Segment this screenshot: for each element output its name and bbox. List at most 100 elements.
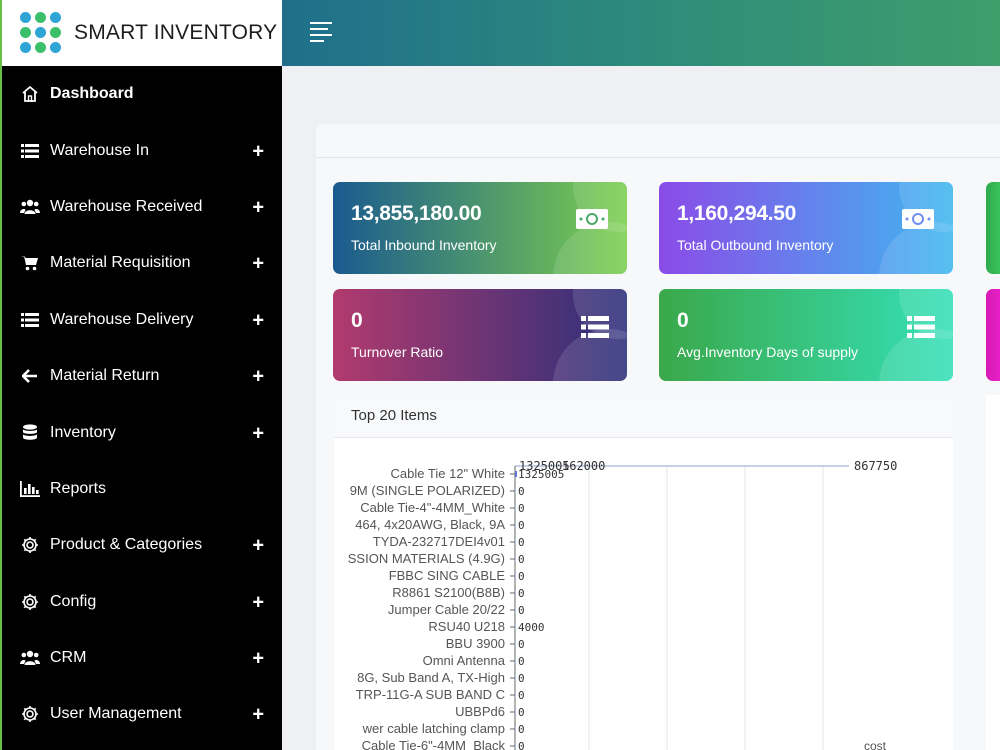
- list-icon: [581, 315, 609, 344]
- sidebar-item-label: Warehouse Received: [50, 197, 203, 215]
- data-label: 4000: [518, 621, 545, 634]
- gear-icon: [20, 705, 40, 723]
- expand-plus-icon[interactable]: +: [252, 591, 264, 614]
- data-label: 0: [518, 587, 525, 600]
- total-inbound-card[interactable]: 13,855,180.00 Total Inbound Inventory: [333, 182, 627, 274]
- card-label: Total Outbound Inventory: [677, 237, 834, 253]
- top-axis-label: 162000: [562, 459, 605, 473]
- category-label: BBU 3900: [446, 636, 505, 651]
- sidebar-item-label: CRM: [50, 649, 87, 667]
- data-label: 0: [518, 655, 525, 668]
- category-label: wer cable latching clamp: [362, 721, 505, 736]
- menu-toggle-button[interactable]: [310, 22, 332, 42]
- sidebar-item-label: Inventory: [50, 423, 116, 441]
- sidebar-item-label: Material Requisition: [50, 254, 191, 272]
- category-label: Jumper Cable 20/22: [388, 602, 505, 617]
- chart-title: Top 20 Items: [334, 394, 953, 438]
- bar: [515, 624, 516, 630]
- bar: [515, 522, 516, 528]
- sidebar-item-label: Warehouse Delivery: [50, 310, 194, 328]
- expand-plus-icon[interactable]: +: [252, 140, 264, 163]
- avg-inventory-days-card[interactable]: 0 Avg.Inventory Days of supply: [659, 289, 953, 381]
- sidebar-item-dashboard[interactable]: Dashboard: [2, 66, 282, 122]
- sidebar-item-crm[interactable]: CRM +: [2, 630, 282, 686]
- sidebar-item-material-return[interactable]: Material Return +: [2, 348, 282, 404]
- bar: [515, 675, 516, 681]
- data-label: 0: [518, 740, 525, 750]
- partial-panel: [986, 395, 1000, 750]
- x-axis-label: cost: [864, 739, 887, 750]
- bar: [515, 590, 516, 596]
- card-label: Total Inbound Inventory: [351, 237, 497, 253]
- category-label: 9M (SINGLE POLARIZED): [350, 483, 505, 498]
- data-label: 0: [518, 689, 525, 702]
- partial-card-green[interactable]: [986, 182, 1000, 274]
- card-value: 1,160,294.50: [677, 202, 797, 225]
- data-label: 0: [518, 638, 525, 651]
- sidebar-item-warehouse-in[interactable]: Warehouse In +: [2, 122, 282, 178]
- sidebar-item-label: Material Return: [50, 367, 160, 385]
- list-icon: [907, 315, 935, 344]
- bar: [515, 471, 517, 477]
- money-icon: [901, 208, 935, 235]
- sidebar-item-inventory[interactable]: Inventory +: [2, 404, 282, 460]
- card-value: 0: [677, 309, 689, 332]
- expand-plus-icon[interactable]: +: [252, 366, 264, 389]
- bar-chart-icon: [20, 480, 40, 497]
- card-value: 0: [351, 309, 363, 332]
- gear-icon: [20, 536, 40, 554]
- category-label: Cable Tie-6"-4MM_Black: [362, 738, 506, 750]
- bar: [515, 488, 516, 494]
- category-label: SSION MATERIALS (4.9G): [348, 551, 505, 566]
- sidebar-item-warehouse-received[interactable]: Warehouse Received +: [2, 179, 282, 235]
- category-label: 464, 4x20AWG, Black, 9A: [355, 517, 505, 532]
- data-label: 0: [518, 570, 525, 583]
- bar: [515, 743, 516, 749]
- sidebar-item-product-categories[interactable]: Product & Categories +: [2, 517, 282, 573]
- sidebar-item-user-management[interactable]: User Management +: [2, 686, 282, 742]
- users-icon: [20, 650, 40, 666]
- expand-plus-icon[interactable]: +: [252, 648, 264, 671]
- expand-plus-icon[interactable]: +: [252, 422, 264, 445]
- data-label: 0: [518, 604, 525, 617]
- sidebar-item-config[interactable]: Config +: [2, 574, 282, 630]
- sidebar-item-material-requisition[interactable]: Material Requisition +: [2, 235, 282, 291]
- data-label: 0: [518, 553, 525, 566]
- expand-plus-icon[interactable]: +: [252, 704, 264, 727]
- sidebar-item-reports[interactable]: Reports: [2, 461, 282, 517]
- expand-plus-icon[interactable]: +: [252, 196, 264, 219]
- category-label: TRP-11G-A SUB BAND C: [356, 687, 505, 702]
- turnover-ratio-card[interactable]: 0 Turnover Ratio: [333, 289, 627, 381]
- bar: [515, 726, 516, 732]
- cart-icon: [20, 255, 40, 271]
- data-label: 0: [518, 485, 525, 498]
- top-axis-label: 867750: [854, 459, 897, 473]
- panel-header: [316, 124, 1000, 158]
- category-label: RSU40 U218: [428, 619, 505, 634]
- sidebar: Dashboard Warehouse In + Warehouse Received…: [0, 66, 282, 750]
- card-value: 13,855,180.00: [351, 202, 482, 225]
- category-label: Cable Tie 12" White: [391, 466, 505, 481]
- expand-plus-icon[interactable]: +: [252, 309, 264, 332]
- bar: [515, 573, 516, 579]
- home-icon: [20, 85, 40, 103]
- category-label: UBBPd6: [455, 704, 505, 719]
- bar: [515, 607, 516, 613]
- gear-icon: [20, 593, 40, 611]
- expand-plus-icon[interactable]: +: [252, 535, 264, 558]
- data-label: 0: [518, 723, 525, 736]
- data-label: 0: [518, 536, 525, 549]
- top-items-chart: 1325005162000 867750Cable Tie 12" White 13…: [348, 459, 897, 750]
- bar: [515, 556, 516, 562]
- money-icon: [575, 208, 609, 235]
- partial-card-pink[interactable]: [986, 289, 1000, 381]
- bar: [515, 658, 516, 664]
- expand-plus-icon[interactable]: +: [252, 253, 264, 276]
- brand-header: SMART INVENTORY: [0, 0, 282, 66]
- data-label: 0: [518, 519, 525, 532]
- data-label: 0: [518, 672, 525, 685]
- bar: [515, 505, 516, 511]
- total-outbound-card[interactable]: 1,160,294.50 Total Outbound Inventory: [659, 182, 953, 274]
- sidebar-item-warehouse-delivery[interactable]: Warehouse Delivery +: [2, 292, 282, 348]
- database-icon: [20, 423, 40, 442]
